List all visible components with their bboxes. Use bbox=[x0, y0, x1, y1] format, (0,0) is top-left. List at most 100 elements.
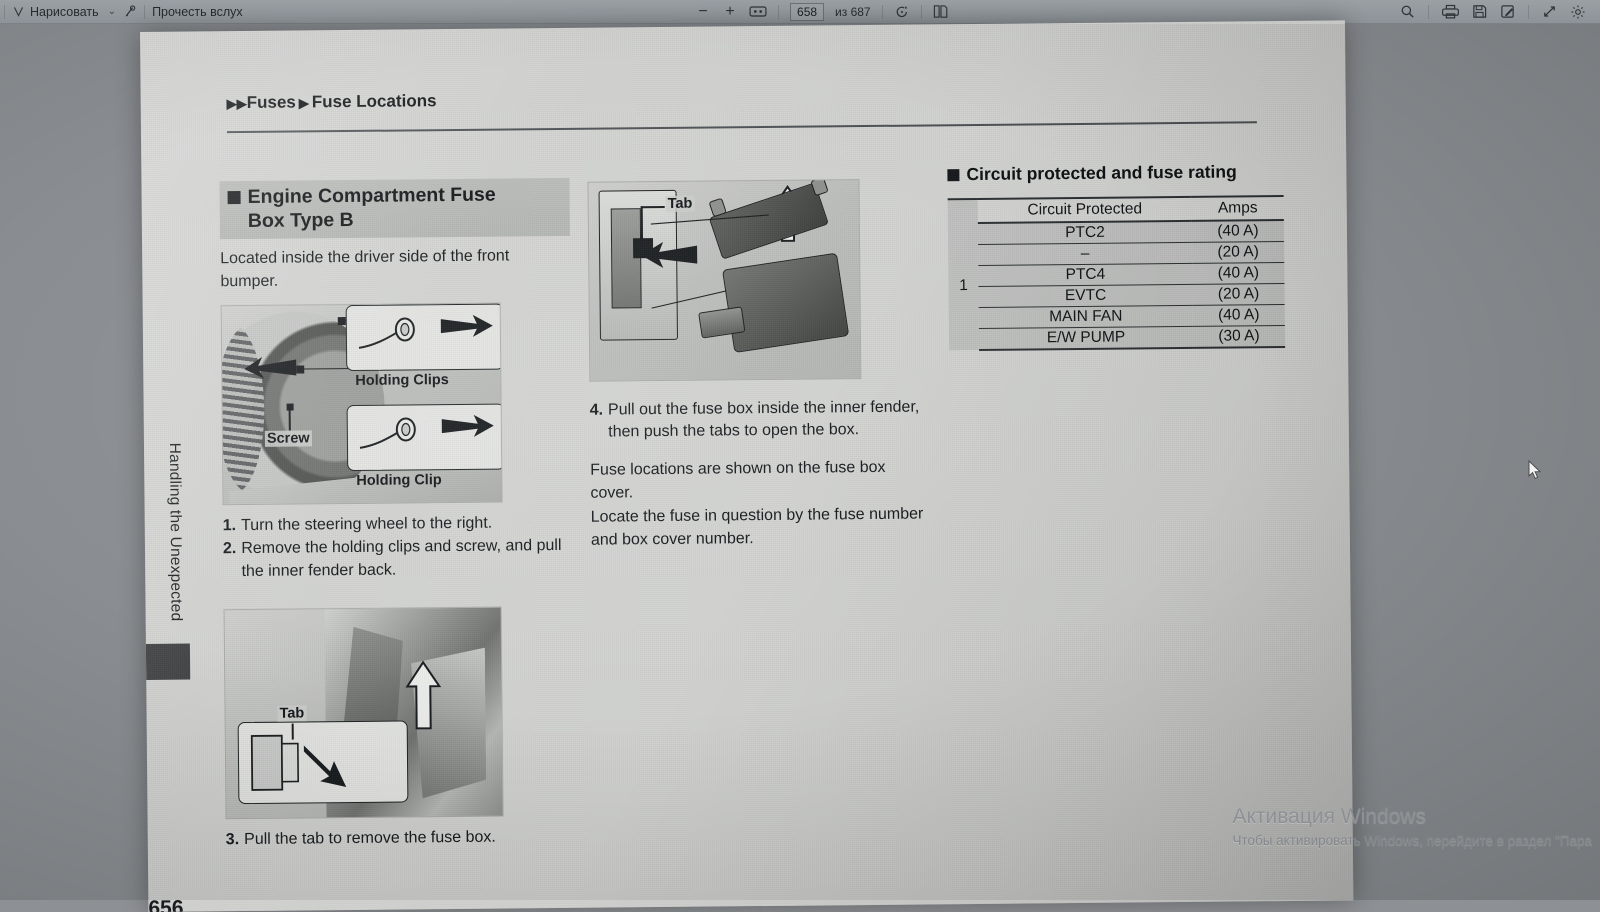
table-cell-circuit: PTC2 bbox=[977, 220, 1193, 245]
callout-holding-clips bbox=[345, 303, 503, 371]
step-item-2: 2. Remove the holding clips and screw, a… bbox=[223, 535, 573, 583]
toolbar-right-group bbox=[1400, 4, 1600, 20]
breadcrumb-part-fuses: Fuses bbox=[246, 92, 296, 112]
toolbar-divider-3 bbox=[778, 4, 780, 19]
table-cell-amps: (20 A) bbox=[1192, 283, 1285, 306]
bullet-square-icon-2 bbox=[947, 169, 960, 182]
activation-subtitle: Чтобы активировать Windows, перейдите в … bbox=[1232, 833, 1592, 848]
page-number-input[interactable]: 658 bbox=[790, 2, 825, 21]
note-paragraph-2: Locate the fuse in question by the fuse … bbox=[590, 505, 924, 549]
callout-holding-clip bbox=[346, 403, 503, 471]
table-cell-amps: (20 A) bbox=[1192, 241, 1285, 264]
step-1-text: Turn the steering wheel to the right. bbox=[241, 514, 493, 534]
step-4-number: 4. bbox=[589, 401, 604, 419]
two-page-view-icon[interactable] bbox=[933, 4, 948, 19]
highlighter-icon[interactable] bbox=[123, 4, 137, 19]
chevron-down-icon[interactable]: ⌄ bbox=[108, 6, 116, 17]
label-tab-fender: Tab bbox=[277, 705, 307, 722]
inner-fender-tab-illustration: Tab bbox=[223, 606, 504, 820]
toolbar-divider-7 bbox=[1528, 4, 1529, 19]
table-cell-circuit: PTC4 bbox=[978, 263, 1193, 287]
table-cell-amps: (40 A) bbox=[1192, 262, 1285, 285]
label-screw: Screw bbox=[264, 430, 312, 447]
section-thumb-tab: Handling the Unexpected bbox=[158, 417, 192, 647]
draw-tool-label: Нарисовать bbox=[30, 4, 99, 19]
breadcrumb: ▶ ▶ Fuses ▶ Fuse Locations bbox=[227, 91, 437, 113]
read-aloud-button[interactable]: Прочесть вслух bbox=[152, 5, 243, 19]
right-column: Circuit protected and fuse rating Circui… bbox=[947, 161, 1289, 351]
toolbar-divider-4 bbox=[881, 4, 883, 19]
step-4-text: Pull out the fuse box inside the inner f… bbox=[607, 398, 920, 441]
table-row: E/W PUMP (30 A) bbox=[949, 325, 1286, 350]
page-folio: 656 bbox=[148, 896, 184, 912]
step-3-number: 3. bbox=[225, 831, 240, 849]
section-thumb-marker bbox=[145, 643, 191, 680]
toolbar-left-group: Нарисовать ⌄ Прочесть вслух bbox=[0, 4, 243, 19]
note-paragraph-1: Fuse locations are shown on the fuse box… bbox=[590, 458, 886, 502]
circuit-heading-text: Circuit protected and fuse rating bbox=[966, 161, 1237, 185]
section-heading-line2: Box Type B bbox=[247, 209, 354, 233]
step-item-1: 1. Turn the steering wheel to the right. bbox=[223, 512, 573, 538]
section-heading-line1: Engine Compartment Fuse bbox=[247, 183, 496, 208]
step-item-4: 4. Pull out the fuse box inside the inne… bbox=[590, 396, 930, 444]
pdf-viewer-canvas[interactable]: Handling the Unexpected ▶ ▶ Fuses ▶ Fuse… bbox=[0, 20, 1600, 912]
fuse-box-tab-illustration: Tab bbox=[587, 179, 862, 382]
table-cell-circuit: E/W PUMP bbox=[978, 326, 1194, 350]
leader-line-tab-fender bbox=[291, 723, 294, 740]
arrow-up-white bbox=[405, 660, 442, 730]
fuse-rating-table: Circuit Protected Amps 1 PTC2 (40 A) – (… bbox=[947, 195, 1286, 351]
table-cell-circuit: MAIN FAN bbox=[978, 305, 1193, 329]
arrow-right-2 bbox=[441, 414, 494, 437]
draw-tool-button[interactable]: Нарисовать ⌄ bbox=[12, 5, 116, 19]
gear-icon[interactable] bbox=[1570, 4, 1586, 20]
table-col-index bbox=[947, 198, 978, 224]
left-column: Engine Compartment Fuse Box Type B Locat… bbox=[219, 177, 576, 853]
label-holding-clip: Holding Clip bbox=[356, 471, 442, 489]
label-holding-clips: Holding Clips bbox=[355, 371, 449, 389]
breadcrumb-arrow-1: ▶ bbox=[226, 95, 237, 111]
clip-part-icon-2 bbox=[359, 417, 416, 449]
toolbar-divider-2 bbox=[144, 4, 146, 19]
clip-part-icon-1 bbox=[358, 317, 415, 349]
table-col-circuit: Circuit Protected bbox=[977, 196, 1192, 223]
arrow-right-1 bbox=[440, 314, 493, 337]
document-page[interactable]: Handling the Unexpected ▶ ▶ Fuses ▶ Fuse… bbox=[140, 20, 1354, 912]
annotate-icon[interactable] bbox=[1500, 4, 1515, 19]
table-header-row: Circuit Protected Amps bbox=[947, 195, 1284, 224]
toolbar-divider bbox=[4, 4, 5, 19]
pen-icon bbox=[12, 5, 25, 18]
section-heading-circuit-table: Circuit protected and fuse rating bbox=[947, 161, 1287, 186]
toolbar-page-controls: − + 658 из 687 bbox=[695, 2, 948, 21]
step-item-3: 3. Pull the tab to remove the fuse box. bbox=[226, 826, 576, 852]
mouse-cursor bbox=[1528, 459, 1542, 485]
activation-title: Активация Windows bbox=[1232, 804, 1426, 828]
step-2-text: Remove the holding clips and screw, and … bbox=[241, 537, 562, 580]
intro-paragraph: Located inside the driver side of the fr… bbox=[220, 247, 510, 291]
save-icon[interactable] bbox=[1472, 4, 1487, 19]
fullscreen-icon[interactable] bbox=[1542, 4, 1557, 19]
print-icon[interactable] bbox=[1442, 4, 1459, 19]
breadcrumb-arrow-3: ▶ bbox=[298, 94, 309, 110]
step-1-number: 1. bbox=[222, 516, 237, 535]
arrow-down-right bbox=[303, 745, 347, 788]
search-icon[interactable] bbox=[1400, 4, 1415, 19]
zoom-in-button[interactable]: + bbox=[722, 3, 738, 20]
bullet-square-icon bbox=[227, 191, 241, 205]
read-aloud-label: Прочесть вслух bbox=[152, 4, 243, 19]
page-total-label: из 687 bbox=[835, 4, 871, 19]
fit-page-icon[interactable] bbox=[749, 5, 767, 18]
zoom-out-button[interactable]: − bbox=[695, 3, 711, 20]
breadcrumb-arrow-2: ▶ bbox=[236, 95, 247, 111]
table-group-index: 1 bbox=[947, 222, 980, 351]
table-cell-amps: (40 A) bbox=[1192, 304, 1285, 327]
toolbar-divider-6 bbox=[1428, 4, 1429, 19]
wheel-arch-illustration: Holding Clips Holding Clip Screw bbox=[220, 302, 503, 506]
viewer-toolbar: Нарисовать ⌄ Прочесть вслух − + 658 из 6… bbox=[0, 0, 1600, 24]
windows-activation-watermark: Активация Windows Чтобы активировать Win… bbox=[1232, 804, 1592, 848]
rotate-icon[interactable] bbox=[894, 4, 910, 20]
table-col-amps: Amps bbox=[1191, 195, 1284, 221]
leader-line-tab-box-h bbox=[640, 205, 665, 208]
toolbar-divider-5 bbox=[920, 4, 922, 19]
middle-column: Tab 4. Pull out the fuse box inside the … bbox=[587, 174, 931, 552]
arrow-left-1 bbox=[244, 356, 297, 379]
